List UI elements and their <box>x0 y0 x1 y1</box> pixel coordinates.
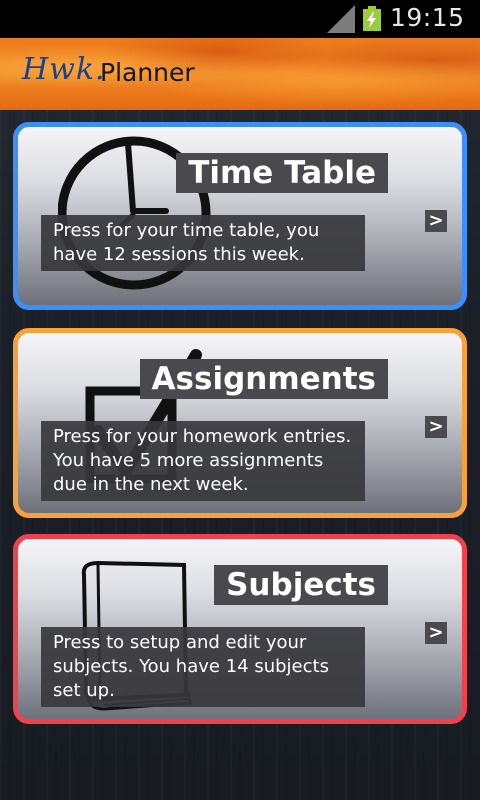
app-title: Planner <box>100 58 195 87</box>
battery-charging-icon <box>363 6 381 31</box>
status-time: 19:15 <box>390 3 465 32</box>
timetable-card[interactable]: Time Table Press for your time table, yo… <box>13 122 467 310</box>
subjects-title: Subjects <box>214 565 388 605</box>
assignments-card[interactable]: Assignments Press for your homework entr… <box>13 328 467 518</box>
status-bar: 19:15 <box>0 0 480 38</box>
assignments-description: Press for your homework entries. You hav… <box>41 421 365 501</box>
app-logo: Hwk. <box>22 52 106 87</box>
assignments-arrow-icon[interactable]: > <box>425 416 447 438</box>
timetable-description: Press for your time table, you have 12 s… <box>41 215 365 271</box>
signal-icon <box>327 5 355 33</box>
timetable-arrow-icon[interactable]: > <box>425 210 447 232</box>
app-header: Hwk. Planner <box>0 38 480 110</box>
subjects-description: Press to setup and edit your subjects. Y… <box>41 627 365 707</box>
assignments-title: Assignments <box>139 359 388 399</box>
subjects-arrow-icon[interactable]: > <box>425 622 447 644</box>
timetable-title: Time Table <box>176 153 388 193</box>
subjects-card[interactable]: Subjects Press to setup and edit your su… <box>13 534 467 724</box>
